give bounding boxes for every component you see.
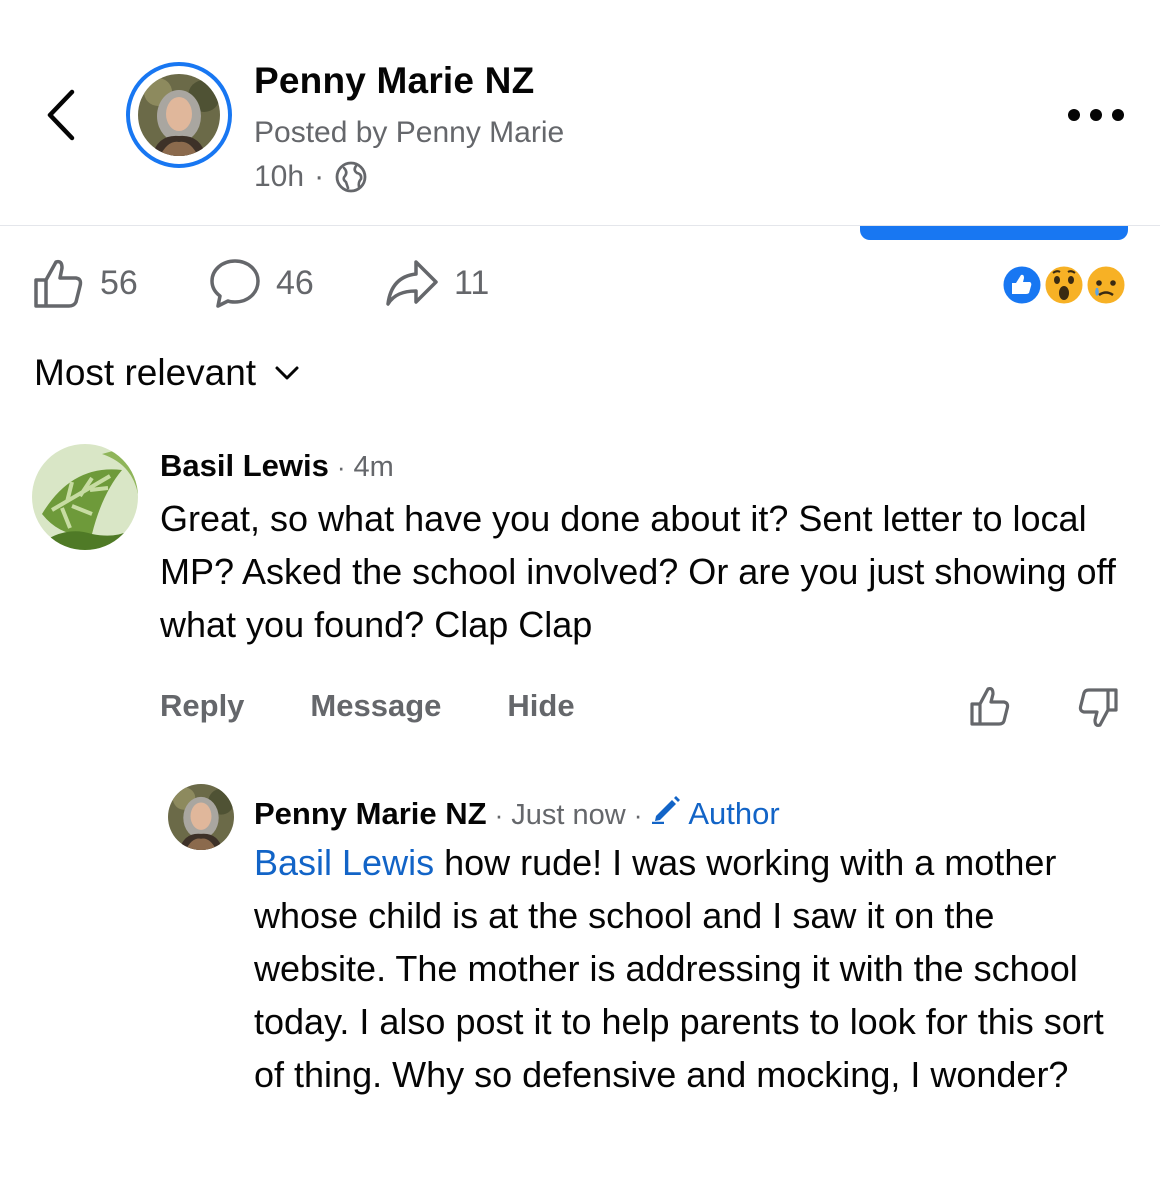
posted-by-text: Posted by Penny Marie: [254, 116, 565, 149]
comment-sort-dropdown[interactable]: Most relevant: [34, 352, 300, 394]
share-count: 11: [454, 263, 490, 302]
message-button[interactable]: Message: [310, 688, 441, 724]
back-icon[interactable]: [40, 86, 84, 144]
comment-time: 4m: [353, 451, 394, 483]
like-reaction-icon: [1000, 263, 1044, 307]
comment-count: 46: [276, 263, 314, 302]
reply-author-avatar[interactable]: [168, 784, 234, 850]
comment-text: Great, so what have you done about it? S…: [160, 498, 1116, 645]
page-name[interactable]: Penny Marie NZ: [254, 60, 534, 102]
commenter-name[interactable]: Basil Lewis: [160, 448, 329, 484]
upvote-icon[interactable]: [968, 684, 1012, 728]
comment-button[interactable]: 46: [208, 254, 314, 312]
accent-bar: [860, 226, 1128, 240]
comment-icon: [210, 259, 260, 308]
wow-reaction-icon: [1042, 263, 1086, 307]
like-count: 56: [100, 263, 138, 302]
reaction-summary[interactable]: [1000, 262, 1132, 308]
like-icon: [34, 259, 83, 308]
more-options-icon[interactable]: [1068, 100, 1124, 130]
reply-text: Basil Lewis how rude! I was working with…: [254, 836, 1134, 1101]
author-badge-label: Author: [688, 796, 780, 831]
page-avatar-image: [138, 74, 220, 156]
reply-header: Penny Marie NZ · Just now · Author: [254, 792, 780, 832]
author-badge: Author: [650, 792, 780, 832]
commenter-avatar[interactable]: [32, 444, 138, 550]
sort-label: Most relevant: [34, 352, 257, 393]
comment-actions: Reply Message Hide: [160, 688, 575, 724]
comment-header: Basil Lewis · 4m: [160, 448, 394, 484]
post-header: Penny Marie NZ Posted by Penny Marie 10h…: [0, 0, 1160, 226]
meta-separator: ·: [336, 452, 346, 482]
page-avatar[interactable]: [126, 62, 232, 168]
chevron-down-icon: [275, 366, 299, 380]
sad-reaction-icon: [1084, 263, 1128, 307]
mention-link[interactable]: Basil Lewis: [254, 842, 434, 883]
reply-button[interactable]: Reply: [160, 688, 244, 724]
hide-button[interactable]: Hide: [507, 688, 574, 724]
post-time: 10h: [254, 160, 305, 193]
post-meta: 10h ·: [254, 160, 368, 194]
meta-separator: ·: [494, 800, 504, 830]
meta-separator: ·: [633, 800, 643, 830]
share-button[interactable]: 11: [384, 254, 489, 312]
globe-icon: [335, 161, 367, 193]
like-button[interactable]: 56: [32, 254, 138, 312]
meta-separator: ·: [314, 160, 325, 193]
downvote-icon[interactable]: [1076, 686, 1120, 730]
reply-author-name[interactable]: Penny Marie NZ: [254, 796, 487, 832]
reply-time: Just now: [511, 799, 626, 831]
pencil-icon: [652, 796, 681, 824]
share-icon: [386, 260, 438, 306]
